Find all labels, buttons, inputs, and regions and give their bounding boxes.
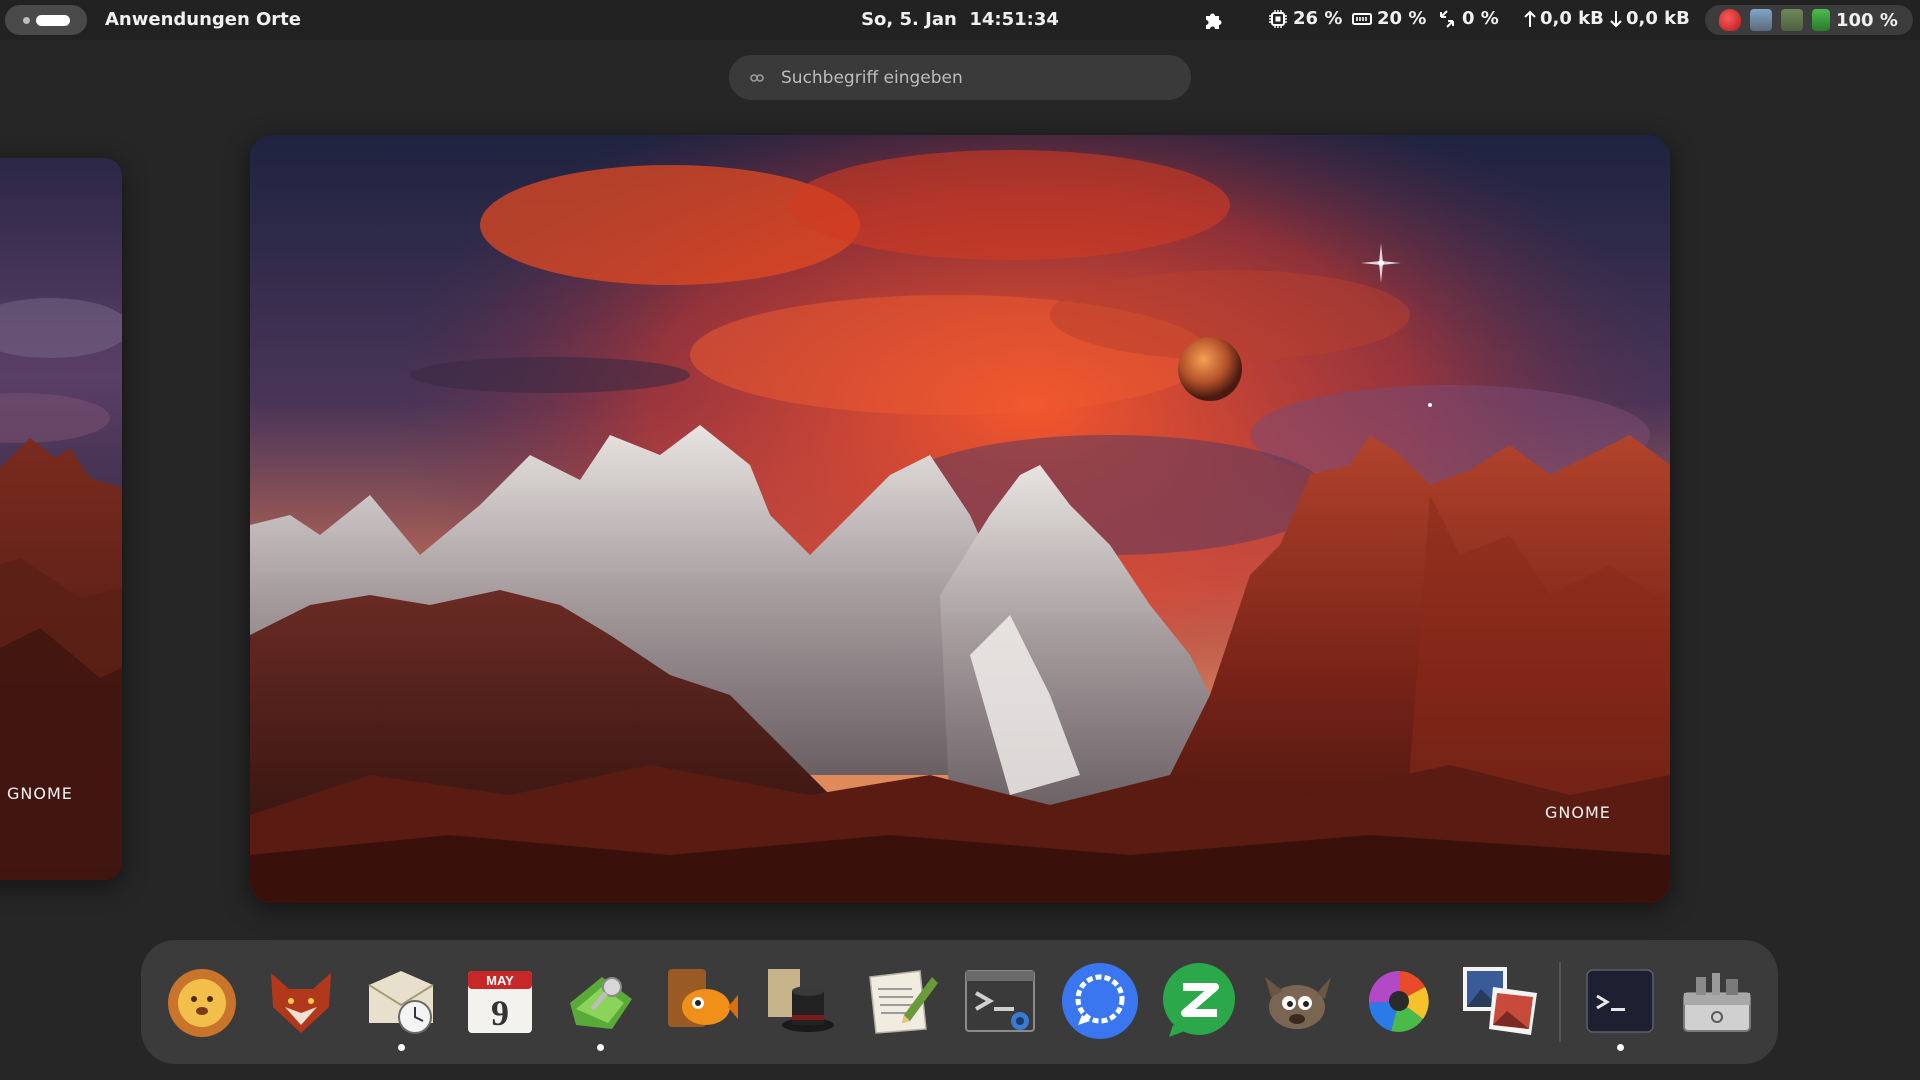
- battery-tray-icon[interactable]: [1812, 9, 1830, 31]
- upload-indicator[interactable]: 0,0 kB: [1523, 8, 1604, 29]
- active-workspace-pill-icon: [35, 14, 70, 26]
- calendar-month-label: MAY: [486, 973, 514, 988]
- swap-arrows-icon: [1440, 9, 1454, 28]
- dock-app-mail-clock[interactable]: [360, 960, 442, 1051]
- dock-app-signal[interactable]: [1059, 960, 1141, 1042]
- memory-indicator[interactable]: 20 %: [1352, 8, 1426, 29]
- cpu-indicator[interactable]: 26 %: [1268, 8, 1342, 29]
- applications-menu[interactable]: Anwendungen: [105, 9, 250, 30]
- extensions-indicator[interactable]: [1203, 9, 1225, 31]
- toolbox-app-icon: [1683, 973, 1751, 1032]
- chip-tray-icon[interactable]: [1781, 9, 1803, 31]
- dock-app-fox[interactable]: [260, 960, 342, 1042]
- wallpaper-image: [250, 135, 1670, 903]
- globe-tray-icon[interactable]: [1750, 9, 1772, 31]
- mail-clock-app-icon: [368, 971, 434, 1034]
- gimp-app-icon: [1265, 977, 1331, 1029]
- upload-value: 0,0 kB: [1540, 8, 1604, 29]
- download-indicator[interactable]: 0,0 kB: [1609, 8, 1690, 29]
- lion-app-icon: [168, 969, 236, 1037]
- wallpaper-gnome-label: GNOME: [1545, 803, 1611, 822]
- arrow-up-icon: [1524, 10, 1536, 27]
- battery-value: 100 %: [1836, 9, 1898, 31]
- dock-app-terminal[interactable]: [1579, 960, 1661, 1051]
- places-menu[interactable]: Orte: [256, 9, 301, 30]
- dock-app-z-chat[interactable]: [1158, 960, 1240, 1042]
- cpu-value: 26 %: [1293, 8, 1343, 29]
- top-hat-app-icon: [768, 969, 834, 1032]
- dock-app-calendar[interactable]: MAY 9: [459, 960, 541, 1042]
- dock-app-fish[interactable]: [659, 960, 741, 1042]
- terminal-settings-app-icon: [965, 970, 1035, 1032]
- keyring-app-icon: [570, 977, 632, 1029]
- swap-value: 0 %: [1462, 8, 1499, 29]
- running-indicator: [398, 1044, 405, 1051]
- activities-button[interactable]: [5, 5, 87, 35]
- text-editor-app-icon: [869, 970, 938, 1034]
- workspace-thumbnail-previous[interactable]: GNOME: [0, 158, 122, 880]
- search-input[interactable]: [781, 67, 1161, 88]
- dock-app-lion[interactable]: [161, 960, 243, 1042]
- dock-app-keyring[interactable]: [559, 960, 641, 1051]
- search-bar[interactable]: [729, 55, 1191, 100]
- download-value: 0,0 kB: [1626, 8, 1690, 29]
- workspace-dot-icon: [22, 16, 30, 24]
- dock-app-terminal-settings[interactable]: [959, 960, 1041, 1042]
- calendar-day-label: 9: [491, 993, 509, 1033]
- running-indicator: [1617, 1044, 1624, 1051]
- terminal-app-icon: [1586, 969, 1654, 1033]
- image-viewer-app-icon: [1463, 967, 1537, 1035]
- arrow-down-icon: [1610, 10, 1622, 27]
- swap-indicator[interactable]: 0 %: [1437, 8, 1499, 29]
- memory-value: 20 %: [1377, 8, 1427, 29]
- dock-app-toolbox[interactable]: [1676, 960, 1758, 1042]
- search-icon: [750, 73, 764, 82]
- dock-separator: [1559, 962, 1561, 1042]
- cpu-icon: [1269, 9, 1287, 28]
- calendar-app-icon: MAY 9: [468, 971, 532, 1033]
- red-app-icon[interactable]: [1719, 9, 1741, 31]
- dock-app-text-editor[interactable]: [859, 960, 941, 1042]
- signal-app-icon: [1062, 963, 1138, 1039]
- workspace-thumbnail-current[interactable]: GNOME: [250, 135, 1670, 903]
- wallpaper-image: [0, 158, 122, 880]
- dock-app-gimp[interactable]: [1258, 960, 1340, 1042]
- running-indicator: [597, 1044, 604, 1051]
- color-wheel-app-icon: [1367, 969, 1431, 1033]
- system-tray[interactable]: 100 %: [1705, 5, 1913, 35]
- fish-app-icon: [668, 969, 738, 1027]
- z-chat-app-icon: [1163, 963, 1235, 1037]
- date-time-button[interactable]: So, 5. Jan 14:51:34: [861, 9, 1059, 30]
- dock-app-color-wheel[interactable]: [1358, 960, 1440, 1042]
- top-panel: Anwendungen Orte So, 5. Jan 14:51:34 26 …: [0, 0, 1920, 40]
- dock-app-image-viewer[interactable]: [1458, 960, 1540, 1042]
- wallpaper-gnome-label: GNOME: [7, 784, 73, 803]
- fox-app-icon: [271, 973, 331, 1033]
- dash-dock: MAY 9: [141, 940, 1778, 1064]
- puzzle-icon: [1206, 13, 1222, 29]
- memory-icon: [1352, 12, 1372, 25]
- dock-app-top-hat[interactable]: [759, 960, 841, 1042]
